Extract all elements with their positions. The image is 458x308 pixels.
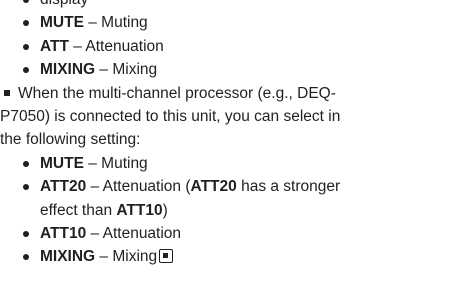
note-line-2: P7050) is connected to this unit, you ca…: [0, 105, 458, 128]
term-att20-inline: ATT20: [190, 178, 237, 196]
list-item-att: ATT – Attenuation: [0, 35, 458, 58]
desc-effect-than: effect than: [40, 201, 117, 219]
desc-mixing: Mixing: [112, 61, 158, 79]
note-line-1: When the multi-channel processor (e.g., …: [0, 82, 458, 105]
term-mixing: MIXING: [40, 61, 96, 79]
desc-attenuation: Attenuation: [85, 37, 164, 55]
separator: –: [95, 248, 113, 266]
separator: –: [68, 37, 86, 55]
close-paren: ): [162, 201, 168, 219]
separator: –: [86, 224, 103, 242]
desc-mixing: Mixing: [112, 248, 158, 266]
term-att20: ATT20: [40, 178, 87, 196]
end-of-section-icon: [159, 249, 174, 264]
separator: –: [95, 61, 113, 79]
term-att10: ATT10: [40, 224, 87, 242]
list-item-att20: ATT20 – Attenuation (ATT20 has a stronge…: [0, 175, 458, 198]
term-att10-inline: ATT10: [116, 201, 163, 219]
term-att: ATT: [40, 37, 69, 55]
list-item-partial: display: [0, 0, 458, 11]
desc-attenuation: Attenuation (: [102, 178, 191, 196]
list-item-att20-continuation: effect than ATT10): [0, 199, 458, 222]
term-mute: MUTE: [40, 14, 84, 32]
list-item-att10: ATT10 – Attenuation: [0, 222, 458, 245]
note-text-1: When the multi-channel processor (e.g., …: [18, 84, 336, 102]
term-mixing: MIXING: [40, 248, 96, 266]
desc-muting: Muting: [101, 154, 148, 172]
term-mute: MUTE: [40, 154, 84, 172]
desc-stronger: has a stronger: [236, 178, 341, 196]
list-item-mute: MUTE – Muting: [0, 11, 458, 34]
square-bullet-icon: [4, 89, 10, 96]
partial-text: display: [40, 0, 88, 8]
list-item-mute-2: MUTE – Muting: [0, 152, 458, 175]
desc-attenuation: Attenuation: [102, 224, 182, 242]
separator: –: [83, 14, 102, 32]
note-text-3: the following setting:: [0, 131, 141, 149]
desc-muting: Muting: [101, 14, 148, 32]
separator: –: [83, 154, 102, 172]
list-item-mixing-2: MIXING – Mixing: [0, 245, 458, 268]
separator: –: [86, 178, 103, 196]
list-item-mixing: MIXING – Mixing: [0, 58, 458, 81]
note-text-2: P7050) is connected to this unit, you ca…: [0, 107, 341, 125]
document-body: display MUTE – Muting ATT – Attenuation …: [0, 0, 458, 269]
note-line-3: the following setting:: [0, 128, 458, 151]
